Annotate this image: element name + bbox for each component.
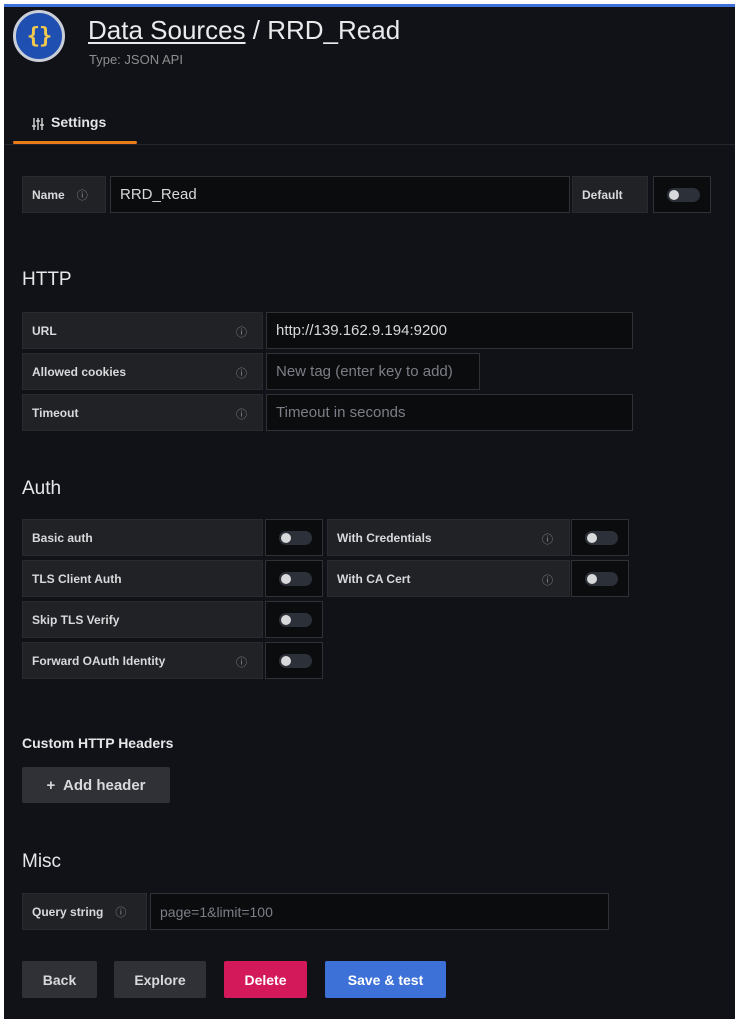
name-label-text: Name <box>32 187 65 202</box>
skip-tls-verify-label: Skip TLS Verify <box>22 601 263 638</box>
datasource-settings-page: {} Data Sources / RRD_Read Type: JSON AP… <box>4 4 735 1019</box>
with-ca-cert-info-icon[interactable]: ⓘ <box>542 572 553 588</box>
allowed-cookies-label-text: Allowed cookies <box>32 364 127 379</box>
url-info-icon[interactable]: ⓘ <box>236 324 247 340</box>
basic-auth-label: Basic auth <box>22 519 263 556</box>
url-label-text: URL <box>32 323 57 338</box>
delete-button[interactable]: Delete <box>224 961 307 998</box>
forward-oauth-toggle-box <box>265 642 323 679</box>
tab-settings[interactable]: Settings <box>18 114 114 144</box>
url-input[interactable]: http://139.162.9.194:9200 <box>266 312 633 349</box>
forward-oauth-label: Forward OAuth Identity <box>22 642 263 679</box>
save-test-button[interactable]: Save & test <box>325 961 446 998</box>
skip-tls-verify-toggle-box <box>265 601 323 638</box>
default-toggle-box <box>653 176 711 213</box>
query-string-info-icon[interactable]: ⓘ <box>115 904 126 920</box>
tab-divider <box>4 144 735 145</box>
add-header-button[interactable]: + Add header <box>22 767 170 803</box>
breadcrumb-data-sources-link[interactable]: Data Sources <box>88 15 246 45</box>
datasource-name-title: RRD_Read <box>267 15 401 45</box>
forward-oauth-toggle[interactable] <box>279 653 312 668</box>
with-ca-cert-toggle-box <box>571 560 629 597</box>
misc-section-title: Misc <box>22 851 62 872</box>
basic-auth-toggle-box <box>265 519 323 556</box>
forward-oauth-info-icon[interactable]: ⓘ <box>236 654 247 670</box>
allowed-cookies-input[interactable]: New tag (enter key to add) <box>266 353 480 390</box>
explore-button[interactable]: Explore <box>114 961 206 998</box>
breadcrumb-separator: / <box>245 15 268 45</box>
default-label: Default <box>572 176 648 213</box>
tab-settings-label: Settings <box>51 114 107 130</box>
with-ca-cert-toggle[interactable] <box>585 571 618 586</box>
timeout-label: Timeout <box>22 394 263 431</box>
query-string-label: Query string ⓘ <box>22 893 147 930</box>
name-info-icon[interactable]: ⓘ <box>77 187 88 203</box>
allowed-cookies-info-icon[interactable]: ⓘ <box>236 365 247 381</box>
page-title: Data Sources / RRD_Read <box>88 15 400 46</box>
allowed-cookies-label: Allowed cookies <box>22 353 263 390</box>
query-string-input[interactable]: page=1&limit=100 <box>150 893 609 930</box>
custom-headers-title: Custom HTTP Headers <box>22 735 174 751</box>
timeout-input[interactable]: Timeout in seconds <box>266 394 633 431</box>
name-label: Name ⓘ <box>22 176 106 213</box>
default-toggle[interactable] <box>667 187 700 202</box>
name-input[interactable]: RRD_Read <box>110 176 570 213</box>
auth-section-title: Auth <box>22 478 62 499</box>
with-credentials-toggle[interactable] <box>585 530 618 545</box>
datasource-type: Type: JSON API <box>89 52 183 67</box>
with-credentials-label: With Credentials <box>327 519 570 556</box>
tls-client-auth-toggle[interactable] <box>279 571 312 586</box>
tls-client-auth-label: TLS Client Auth <box>22 560 263 597</box>
timeout-label-text: Timeout <box>32 405 79 420</box>
sliders-icon <box>32 118 44 130</box>
http-section-title: HTTP <box>22 269 72 290</box>
json-api-logo-icon: {} <box>13 10 65 62</box>
with-ca-cert-label: With CA Cert <box>327 560 570 597</box>
url-label: URL <box>22 312 263 349</box>
timeout-info-icon[interactable]: ⓘ <box>236 406 247 422</box>
with-credentials-toggle-box <box>571 519 629 556</box>
back-button[interactable]: Back <box>22 961 97 998</box>
with-credentials-info-icon[interactable]: ⓘ <box>542 531 553 547</box>
query-string-label-text: Query string <box>32 904 104 919</box>
tls-client-auth-toggle-box <box>265 560 323 597</box>
skip-tls-verify-toggle[interactable] <box>279 612 312 627</box>
basic-auth-toggle[interactable] <box>279 530 312 545</box>
